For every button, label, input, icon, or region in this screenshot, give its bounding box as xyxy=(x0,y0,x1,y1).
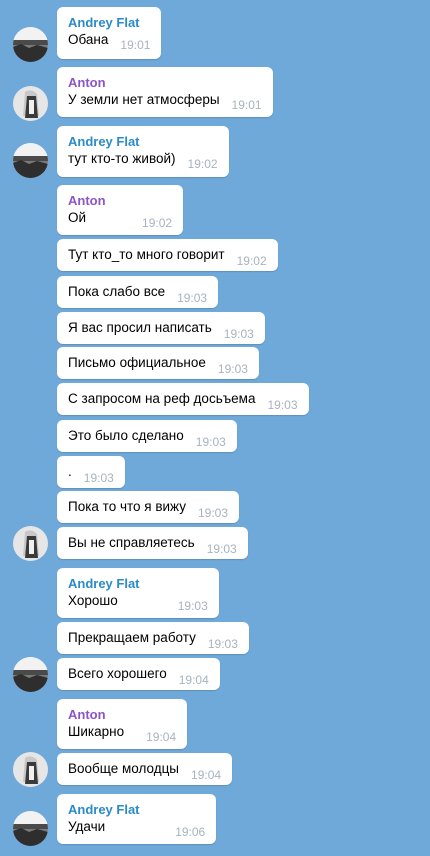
message-text: Обана xyxy=(68,32,109,47)
message-time: 19:03 xyxy=(177,599,208,613)
avatar-andrey[interactable] xyxy=(13,811,48,846)
message-time: 19:04 xyxy=(191,768,222,782)
message-bubble[interactable]: Вы не справляетесь 19:03 xyxy=(57,527,248,559)
message-text: Вообще молодцы xyxy=(68,761,180,776)
chat-history[interactable]: Andrey Flat Обана 19:01 Anton У земли нет… xyxy=(0,0,430,856)
avatar-anton[interactable] xyxy=(13,526,48,561)
message-time: 19:03 xyxy=(177,291,208,305)
message-time: 19:03 xyxy=(83,471,114,485)
message-text: Я вас просил написать xyxy=(68,320,212,335)
message-time: 19:03 xyxy=(206,542,237,556)
message-text: Вы не справляетесь xyxy=(68,535,195,550)
sender-name[interactable]: Anton xyxy=(68,707,176,723)
message-text: Пока то что я вижу xyxy=(68,499,186,514)
message-bubble[interactable]: Andrey Flat тут кто-то живой) 19:02 xyxy=(57,126,229,177)
avatar-anton[interactable] xyxy=(13,86,48,121)
message-bubble[interactable]: Andrey Flat Удачи 19:06 xyxy=(57,794,217,844)
message-bubble[interactable]: Письмо официальное 19:03 xyxy=(57,347,259,379)
message-bubble[interactable]: Это было сделано 19:03 xyxy=(57,420,237,452)
message-text: Ой xyxy=(68,210,87,225)
message-bubble[interactable]: Всего хорошего 19:04 xyxy=(57,658,220,690)
message-bubble[interactable]: Тут кто_то много говорит 19:02 xyxy=(57,239,278,271)
message-text: Удачи xyxy=(68,819,106,834)
avatar-andrey[interactable] xyxy=(13,143,48,178)
sender-name[interactable]: Anton xyxy=(68,75,262,91)
message-time: 19:02 xyxy=(236,254,267,268)
avatar-andrey[interactable] xyxy=(13,27,48,62)
message-time: 19:01 xyxy=(231,98,262,112)
message-bubble[interactable]: Andrey Flat Хорошо 19:03 xyxy=(57,568,219,618)
sender-name[interactable]: Anton xyxy=(68,193,172,209)
message-time: 19:03 xyxy=(207,637,238,651)
message-time: 19:04 xyxy=(146,730,177,744)
message-time: 19:03 xyxy=(223,327,254,341)
message-bubble[interactable]: Anton У земли нет атмосферы 19:01 xyxy=(57,67,273,117)
sender-name[interactable]: Andrey Flat xyxy=(68,802,205,818)
message-bubble[interactable]: Anton Ой 19:02 xyxy=(57,185,184,235)
message-text: Письмо официальное xyxy=(68,355,206,370)
message-text: Всего хорошего xyxy=(68,666,167,681)
message-text: С запросом на реф досьъема xyxy=(68,391,256,406)
message-text: Прекращаем работу xyxy=(68,630,196,645)
sender-name[interactable]: Andrey Flat xyxy=(68,134,218,150)
message-text: Пока слабо все xyxy=(68,284,166,299)
message-bubble[interactable]: Я вас просил написать 19:03 xyxy=(57,312,265,344)
message-bubble[interactable]: С запросом на реф досьъема 19:03 xyxy=(57,383,309,415)
message-time: 19:03 xyxy=(195,435,226,449)
sender-name[interactable]: Andrey Flat xyxy=(68,576,208,592)
message-bubble[interactable]: Прекращаем работу 19:03 xyxy=(57,622,249,654)
message-bubble[interactable]: . 19:03 xyxy=(57,456,125,488)
message-bubble[interactable]: Пока то что я вижу 19:03 xyxy=(57,491,240,523)
message-bubble[interactable]: Пока слабо все 19:03 xyxy=(57,276,219,308)
message-text: Это было сделано xyxy=(68,428,184,443)
avatar-anton[interactable] xyxy=(13,752,48,787)
message-time: 19:02 xyxy=(187,157,218,171)
message-time: 19:04 xyxy=(178,673,209,687)
message-time: 19:06 xyxy=(175,825,206,839)
message-text: Хорошо xyxy=(68,593,118,608)
message-time: 19:02 xyxy=(142,216,173,230)
message-text: Шикарно xyxy=(68,724,125,739)
message-text: Тут кто_то много говорит xyxy=(68,247,225,262)
message-time: 19:03 xyxy=(267,398,298,412)
message-text: тут кто-то живой) xyxy=(68,151,176,166)
message-time: 19:03 xyxy=(217,362,248,376)
avatar-andrey[interactable] xyxy=(13,657,48,692)
message-bubble[interactable]: Andrey Flat Обана 19:01 xyxy=(57,7,162,59)
message-text: . xyxy=(68,464,72,479)
sender-name[interactable]: Andrey Flat xyxy=(68,15,150,31)
message-bubble[interactable]: Anton Шикарно 19:04 xyxy=(57,699,188,749)
message-bubble[interactable]: Вообще молодцы 19:04 xyxy=(57,753,233,785)
message-time: 19:01 xyxy=(120,38,151,52)
message-time: 19:03 xyxy=(198,506,229,520)
message-text: У земли нет атмосферы xyxy=(68,92,220,107)
